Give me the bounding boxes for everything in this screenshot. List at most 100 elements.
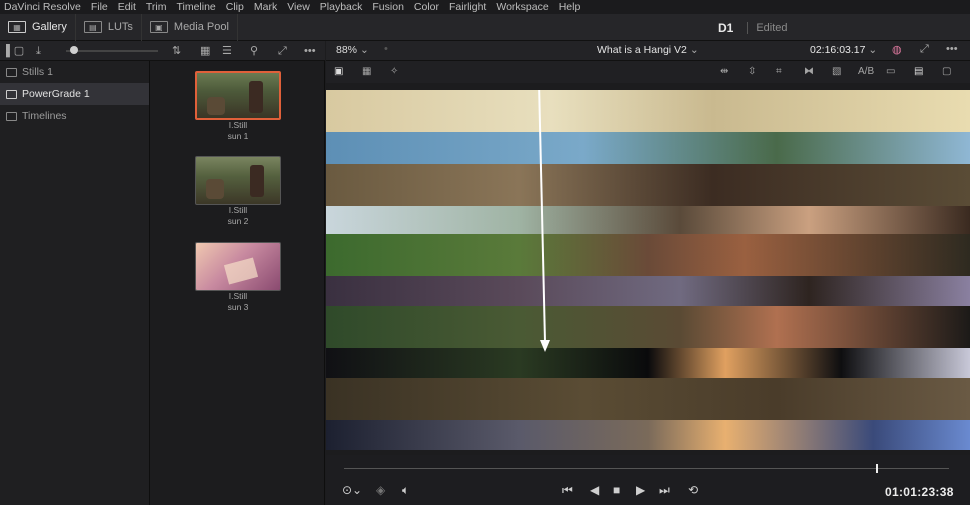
still-thumbnail[interactable] [195, 242, 281, 291]
step-back-icon[interactable]: ◀ [590, 483, 599, 497]
viewer-toolbar: ▣ ▦ ✧ ⇹ ⇳ ⌗ ⧓ ▧ A/B ▭ ▤ ▢ [326, 61, 970, 83]
still-sublabel: sun 3 [227, 302, 249, 312]
list-view-icon[interactable]: ☰ [222, 44, 232, 58]
import-icon[interactable]: ⤓ [36, 44, 41, 58]
slider-knob[interactable] [70, 46, 78, 54]
still-sublabel: sun 2 [227, 216, 249, 226]
layers-icon[interactable]: ◈ [376, 483, 385, 497]
still-thumbnail[interactable] [195, 71, 281, 120]
menu-fairlight[interactable]: Fairlight [449, 1, 486, 13]
still-item[interactable]: I.Still sun 3 [195, 242, 281, 313]
timeline-name-dropdown[interactable]: What is a Hangi V2 ⌄ [597, 44, 699, 56]
mask-icon[interactable]: ▧ [832, 65, 841, 78]
wipe-icon[interactable]: ⧓ [804, 65, 814, 78]
tab-luts[interactable]: ▤ LUTs [76, 13, 142, 41]
timecode-dropdown[interactable]: 02:16:03.17 ⌄ [810, 44, 877, 56]
thumbnail-size-slider[interactable] [66, 50, 158, 52]
project-info: D1 Edited [718, 14, 788, 41]
tab-media-pool[interactable]: ▣ Media Pool [142, 13, 238, 41]
menu-timeline[interactable]: Timeline [176, 1, 215, 13]
flip-horizontal-icon[interactable]: ⇹ [720, 65, 728, 78]
menu-color[interactable]: Color [414, 1, 439, 13]
still-label: I.Still [228, 291, 248, 301]
flip-vertical-icon[interactable]: ⇳ [748, 65, 756, 78]
still-label: I.Still [228, 120, 248, 130]
panel-toggle-icon[interactable]: ▌▢ [6, 44, 24, 58]
menu-view[interactable]: View [287, 1, 310, 13]
viewer-image[interactable] [326, 90, 970, 450]
playhead[interactable] [876, 464, 878, 473]
crop-icon[interactable]: ⌗ [776, 65, 782, 78]
expand-icon[interactable]: ⤢ [278, 44, 287, 58]
tab-luts-label: LUTs [107, 21, 133, 33]
overlay-icon[interactable]: ▭ [886, 65, 895, 78]
menu-edit[interactable]: Edit [118, 1, 136, 13]
zoom-dropdown[interactable]: 88% ⌄ [336, 44, 369, 56]
sort-icon[interactable]: ⇅ [172, 44, 181, 58]
panel-tab-bar: ▦ Gallery ▤ LUTs ▣ Media Pool [0, 13, 970, 41]
media-pool-icon: ▣ [149, 21, 168, 33]
split-viewer-icon[interactable]: ▦ [362, 65, 371, 78]
audio-icon[interactable]: 🔈︎ [402, 483, 409, 497]
chevron-down-icon: ⌄ [868, 44, 878, 56]
search-icon[interactable]: ⚲ [250, 44, 258, 58]
album-label: Timelines [22, 110, 67, 122]
project-status: Edited [756, 21, 788, 34]
record-timecode: 01:01:23:38 [885, 485, 954, 499]
loop-icon[interactable]: ⟲ [688, 483, 698, 497]
wipe-arrow [538, 90, 550, 352]
album-item-stills-1[interactable]: Stills 1 [0, 61, 149, 83]
menu-clip[interactable]: Clip [226, 1, 244, 13]
chevron-down-icon: ⌄ [689, 44, 699, 56]
source-timecode: 02:16:03.17 [810, 44, 866, 56]
divider [747, 21, 749, 34]
still-item[interactable]: I.Still sun 1 [195, 71, 281, 142]
single-viewer-icon[interactable]: ▣ [334, 65, 343, 78]
stills-grid: I.Still sun 1 I.Still sun 2 I.Still sun … [151, 61, 325, 505]
menu-workspace[interactable]: Workspace [496, 1, 548, 13]
project-name: D1 [718, 20, 734, 35]
album-label: PowerGrade 1 [22, 88, 90, 100]
dot-icon: • [384, 43, 388, 55]
still-label: I.Still [228, 205, 248, 215]
menu-mark[interactable]: Mark [254, 1, 277, 13]
more-options-icon[interactable]: ••• [304, 44, 316, 58]
album-icon [6, 67, 17, 77]
magic-wand-icon[interactable]: ✧ [390, 65, 398, 78]
still-thumbnail[interactable] [195, 156, 281, 205]
skip-to-start-icon[interactable]: ⏮︎ [562, 483, 573, 497]
still-item[interactable]: I.Still sun 2 [195, 156, 281, 227]
scopes-icon[interactable]: ▤ [914, 65, 923, 78]
zoom-value: 88% [336, 44, 358, 56]
menu-playback[interactable]: Playback [320, 1, 363, 13]
album-icon [6, 111, 17, 121]
tab-gallery[interactable]: ▦ Gallery [0, 13, 76, 41]
color-wheel-icon[interactable]: ◍ [892, 43, 902, 56]
album-list: Stills 1 PowerGrade 1 Timelines [0, 61, 150, 505]
expand-icon[interactable]: ⤢ [920, 43, 929, 56]
scrubber-track[interactable] [344, 468, 949, 469]
gallery-toolbar: ▌▢ ⤓ ⇅ ▦ ☰ ⚲ ⤢ ••• [0, 41, 325, 61]
still-sublabel: sun 1 [227, 131, 249, 141]
play-icon[interactable]: ▶ [636, 483, 645, 497]
album-item-powergrade-1[interactable]: PowerGrade 1 [0, 83, 149, 105]
skip-to-end-icon[interactable]: ⏭︎ [659, 483, 670, 497]
timeline-name: What is a Hangi V2 [597, 44, 687, 56]
album-icon [6, 89, 17, 99]
menu-help[interactable]: Help [559, 1, 581, 13]
grid-view-icon[interactable]: ▦ [200, 44, 210, 58]
guides-icon[interactable]: ▢ [942, 65, 951, 78]
menu-trim[interactable]: Trim [146, 1, 167, 13]
menu-bar: DaVinci Resolve File Edit Trim Timeline … [0, 0, 970, 14]
viewer-header: 88% ⌄ • What is a Hangi V2 ⌄ 02:16:03.17… [326, 41, 970, 61]
menu-file[interactable]: File [91, 1, 108, 13]
ab-compare-button[interactable]: A/B [858, 65, 874, 78]
stop-icon[interactable]: ■ [613, 483, 620, 497]
menu-fusion[interactable]: Fusion [372, 1, 404, 13]
tab-media-pool-label: Media Pool [173, 21, 229, 33]
selection-mode-icon[interactable]: ⊙⌄ [342, 483, 362, 497]
more-options-icon[interactable]: ••• [946, 43, 958, 55]
menu-app[interactable]: DaVinci Resolve [4, 1, 81, 13]
tab-gallery-label: Gallery [32, 21, 67, 33]
album-item-timelines[interactable]: Timelines [0, 105, 149, 127]
